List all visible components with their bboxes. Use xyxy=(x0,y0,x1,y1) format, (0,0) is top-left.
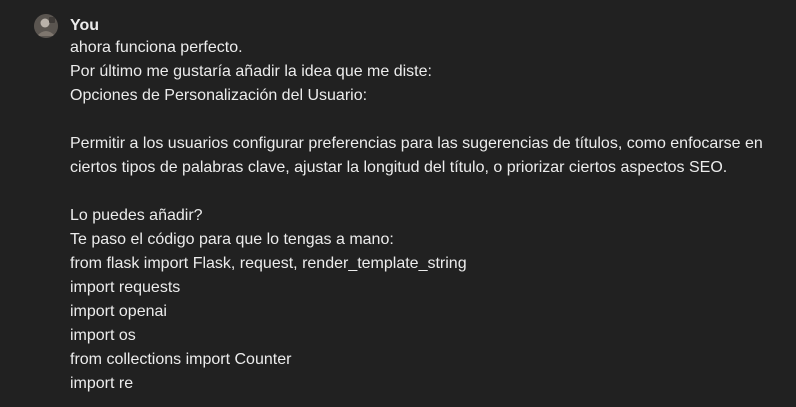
message-line: from collections import Counter xyxy=(70,351,292,368)
message-paragraph: Permitir a los usuarios configurar prefe… xyxy=(70,135,763,176)
message-content: ahora funciona perfecto. Por último me g… xyxy=(70,36,770,396)
message-line: Por último me gustaría añadir la idea qu… xyxy=(70,63,432,80)
message-line: Te paso el código para que lo tengas a m… xyxy=(70,231,394,248)
message-line: Opciones de Personalización del Usuario: xyxy=(70,87,368,104)
message-line: ahora funciona perfecto. xyxy=(70,39,243,56)
message-line: import re xyxy=(70,375,134,392)
message-line: import requests xyxy=(70,279,181,296)
user-avatar[interactable] xyxy=(34,14,58,38)
message-author: You xyxy=(70,17,100,34)
message-line: import openai xyxy=(70,303,167,320)
message-line: Lo puedes añadir? xyxy=(70,207,203,224)
message-line: import os xyxy=(70,327,136,344)
user-avatar-photo xyxy=(34,14,58,38)
message-line: from flask import Flask, request, render… xyxy=(70,255,467,272)
